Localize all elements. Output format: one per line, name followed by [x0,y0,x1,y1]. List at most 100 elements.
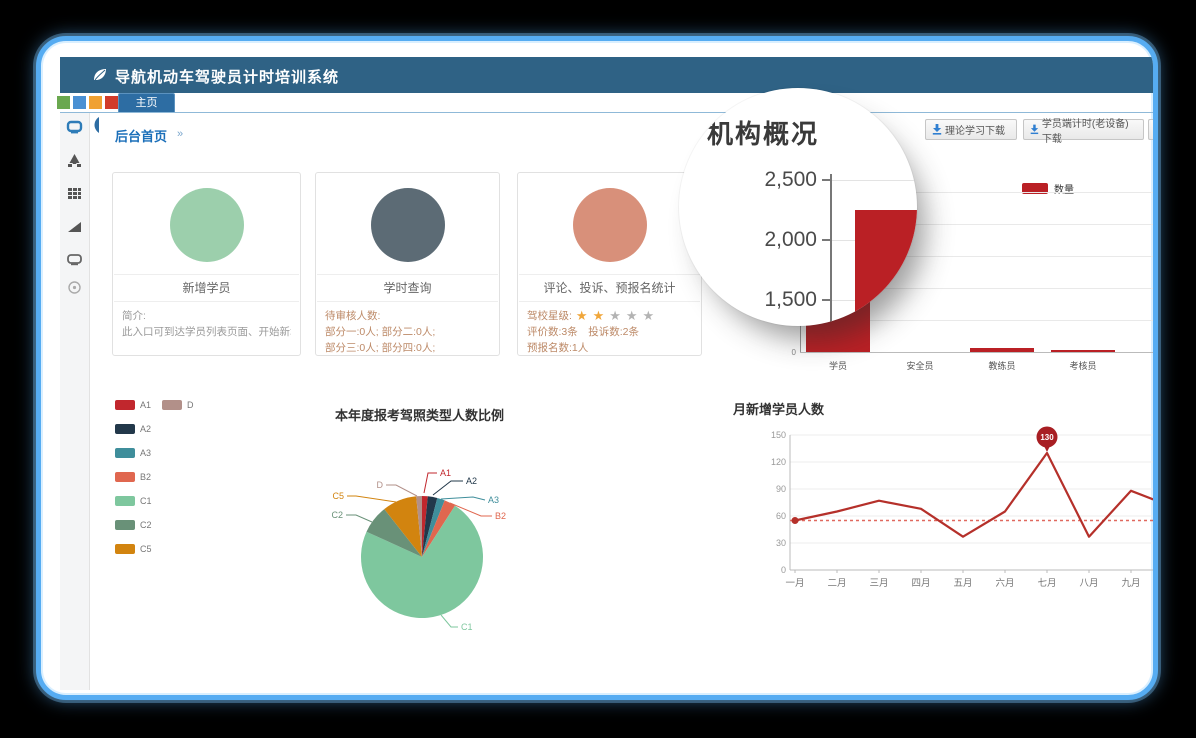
entry-card[interactable]: 评论、投诉、预报名统计驾校星级:★★★★★评价数:3条 投诉数:2条预报名数:1… [517,172,702,356]
legend-label: C5 [140,544,152,554]
x-month-label: 二月 [827,578,846,589]
pie-label-leader [441,615,458,627]
legend-swatch [115,496,135,506]
card-title: 新增学员 [113,275,300,301]
button-label: 理论学习下载 [945,122,1005,137]
tab-home[interactable]: 主页 [118,93,175,112]
legend-swatch [115,520,135,530]
pie-slice-label: A3 [488,495,499,505]
pie-legend-item[interactable]: D [162,400,194,410]
magnified-bar [855,210,917,326]
student-device-download-button[interactable]: 学员端计时(老设备)下载 [1023,119,1144,140]
decor-square-blue [73,96,86,109]
card-line: 部分三:0人; 部分四:0人; [325,340,490,356]
x-month-label: 四月 [911,578,930,589]
magnified-chart-title: 机构概况 [707,114,819,151]
x-category-label: 学员 [803,359,873,372]
legend-swatch [115,448,135,458]
card-title: 评论、投诉、预报名统计 [518,275,701,301]
card-line: 评价数:3条 投诉数:2条 [527,324,692,340]
legend-label: C2 [140,520,152,530]
pie-legend-item[interactable]: A2 [115,424,151,434]
theory-download-button[interactable]: 理论学习下载 [925,119,1017,140]
sidebar-target-icon[interactable] [66,279,83,296]
y-tick-label: 150 [771,430,786,440]
x-category-label: 教练员 [967,359,1037,372]
pie-legend-item[interactable]: A1 [115,400,151,410]
magnified-y-axis [830,174,832,326]
pie-slice-label: C1 [461,622,473,632]
card-description: 驾校星级:★★★★★评价数:3条 投诉数:2条预报名数:1人 [518,302,701,362]
pie-slice-label: A1 [440,468,451,478]
pie-legend-item[interactable]: B2 [115,472,151,482]
card-title: 学时查询 [316,275,499,301]
x-month-label: 六月 [995,577,1014,589]
x-month-label: 九月 [1121,577,1140,589]
sidebar-collapse-icon[interactable] [90,116,100,134]
card-circle [573,188,647,262]
pie-label-leader [386,485,417,496]
star-icon: ★ [643,308,656,324]
sidebar-chart-icon[interactable] [66,218,83,235]
magnified-tick-label: 2,500 [717,168,817,192]
x-axis [800,352,1153,353]
data-point-dot [792,517,799,524]
entry-card[interactable]: 新增学员简介:此入口可到达学员列表页面、开始新增学 [112,172,301,356]
x-category-label: 考核员 [1048,359,1118,372]
card-line: 简介: [122,308,291,324]
clipped-download-button[interactable] [1148,119,1158,140]
legend-label: B2 [140,472,151,482]
breadcrumb-arrow: » [177,128,183,140]
sidebar [60,113,90,690]
x-month-label: 三月 [869,578,888,589]
magnifier-overlay: 机构概况 2,500 2,000 1,500 [679,88,917,326]
sidebar-laptop-icon[interactable] [66,251,83,268]
bar [1051,350,1115,352]
legend-swatch [115,424,135,434]
pie-legend-item[interactable]: C5 [115,544,152,554]
card-line: 部分一:0人; 部分二:0人; [325,324,490,340]
star-icon: ★ [626,308,639,324]
pie-legend-item[interactable]: C2 [115,520,152,530]
sidebar-grid-icon[interactable] [66,185,83,202]
pie-slice-label: C2 [331,510,343,520]
x-month-label: 八月 [1079,578,1098,589]
pie-chart: A1A2A3B2C1C2C5D [301,426,631,666]
download-icon [1030,124,1039,135]
pie-legend-item[interactable]: C1 [115,496,152,506]
pie-slice-label: A2 [466,476,477,486]
bar [970,348,1034,352]
pie-slice-label: B2 [495,511,506,521]
pie-label-leader [424,473,437,493]
card-line: 待审核人数: [325,308,490,324]
button-label: 学员端计时(老设备)下载 [1042,115,1137,145]
decor-square-red [105,96,118,109]
y-tick-label: 60 [776,511,786,521]
card-description: 简介:此入口可到达学员列表页面、开始新增学 [113,302,300,346]
tick-mark [822,179,831,181]
gridline [831,180,917,181]
pie-slice-label: C5 [332,491,344,501]
y-tick-label: 120 [771,457,786,467]
legend-swatch [115,472,135,482]
star-icon: ★ [593,308,606,324]
sidebar-dashboard-icon[interactable] [66,119,83,136]
x-month-label: 七月 [1037,578,1056,589]
app-header: 导航机动车驾驶员计时培训系统 [60,57,1153,93]
leaf-logo-icon [91,66,109,84]
card-circle [170,188,244,262]
legend-label: A3 [140,448,151,458]
legend-swatch [162,400,182,410]
line-series [795,453,1153,537]
sidebar-sitemap-icon[interactable] [66,152,83,169]
card-line: 此入口可到达学员列表页面、开始新增学 [122,324,291,340]
pie-legend-item[interactable]: A3 [115,448,151,458]
entry-card[interactable]: 学时查询待审核人数:部分一:0人; 部分二:0人;部分三:0人; 部分四:0人; [315,172,500,356]
app-title: 导航机动车驾驶员计时培训系统 [115,66,339,87]
legend-label: A2 [140,424,151,434]
breadcrumb[interactable]: 后台首页 [115,126,167,145]
decor-square-green [57,96,70,109]
legend-swatch [115,544,135,554]
magnified-tick-label: 2,000 [717,228,817,252]
app-frame: 导航机动车驾驶员计时培训系统 主页 [36,36,1158,700]
